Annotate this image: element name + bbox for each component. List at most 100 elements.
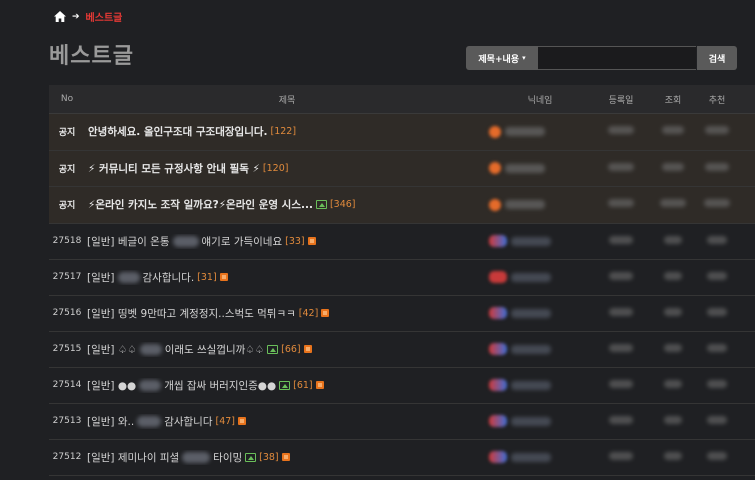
row-views (651, 451, 695, 463)
row-nickname[interactable] (489, 271, 591, 283)
row-title-text[interactable]: ⚡ 커뮤니티 모든 규정사항 안내 필독 ⚡ (88, 161, 260, 176)
row-title[interactable]: [일반] 띵벳 9만따고 계정정지..스벅도 먹튀ㅋㅋ [42] (85, 306, 489, 321)
header-nickname: 닉네임 (527, 95, 553, 106)
breadcrumb-current[interactable]: 베스트글 (86, 9, 123, 24)
search-input[interactable] (538, 46, 696, 70)
row-title[interactable]: [일반] 감사합니다. [31] (85, 270, 489, 285)
row-no: 공지 (58, 164, 76, 175)
table-row[interactable]: 27516 [일반] 띵벳 9만따고 계정정지..스벅도 먹튀ㅋㅋ [42] (49, 295, 755, 332)
nickname-blurred (505, 127, 545, 137)
row-title-text[interactable]: [일반] (87, 270, 115, 285)
row-nickname[interactable] (489, 125, 591, 138)
row-nickname[interactable] (489, 343, 591, 355)
table-row[interactable]: 27513 [일반] 와.. 감사합니다 [47] (49, 403, 755, 440)
row-nickname[interactable] (489, 379, 591, 391)
row-views (651, 271, 695, 283)
row-title-text-2[interactable]: 감사합니다. (143, 270, 195, 285)
row-title[interactable]: [일반] ●● 개씹 잡싸 버러지인증●● [61] (85, 378, 489, 393)
avatar (489, 379, 507, 391)
row-title-text-2[interactable]: 이래도 쓰실껍니까♤♤ (165, 342, 264, 357)
nickname-blurred (511, 416, 551, 426)
image-icon (245, 452, 257, 462)
breadcrumb: ➔ 베스트글 (54, 9, 122, 24)
row-no: 27515 (52, 344, 82, 354)
comment-count: [122] (270, 126, 297, 138)
row-title-text[interactable]: [일반] ♤♤ (87, 342, 137, 357)
nickname-blurred (511, 380, 551, 390)
row-title-text[interactable]: ⚡온라인 카지노 조작 일까요?⚡온라인 운영 시스... (88, 197, 313, 212)
avatar (489, 271, 507, 283)
search-button[interactable]: 검색 (697, 46, 737, 70)
new-icon (238, 417, 247, 425)
table-row[interactable]: 공지 ⚡ 커뮤니티 모든 규정사항 안내 필독 ⚡ [120] (49, 150, 755, 187)
blurred-text (172, 235, 199, 247)
row-views (651, 307, 695, 319)
row-title-text-2[interactable]: 얘기로 가득이네요 (202, 234, 283, 249)
table-row[interactable]: 27514 [일반] ●● 개씹 잡싸 버러지인증●● [61] (49, 367, 755, 404)
row-title[interactable]: [일반] 제미나이 피셜 타이밍 [38] (85, 450, 489, 465)
header-date: 등록일 (608, 95, 634, 106)
comment-count: [42] (298, 307, 319, 319)
row-recommend (695, 235, 739, 247)
table-row[interactable]: 공지 안녕하세요. 올인구조대 구조대장입니다. [122] (49, 114, 755, 151)
row-title[interactable]: ⚡ 커뮤니티 모든 규정사항 안내 필독 ⚡ [120] (85, 161, 489, 176)
row-no: 27516 (52, 308, 82, 318)
avatar (489, 415, 507, 427)
row-title[interactable]: 안녕하세요. 올인구조대 구조대장입니다. [122] (85, 124, 489, 139)
row-title-text[interactable]: 안녕하세요. 올인구조대 구조대장입니다. (88, 124, 268, 139)
row-title[interactable]: [일반] 와.. 감사합니다 [47] (85, 414, 489, 429)
search-type-select[interactable]: 제목+내용 ▾ (466, 46, 538, 70)
header-recommend: 추천 (708, 95, 726, 106)
row-nickname[interactable] (489, 162, 591, 175)
row-views (651, 199, 695, 210)
row-title[interactable]: [일반] ♤♤ 이래도 쓰실껍니까♤♤ [66] (85, 342, 489, 357)
row-title-text[interactable]: [일반] ●● (87, 378, 136, 393)
row-title-text-2[interactable]: 감사합니다 (164, 414, 212, 429)
row-title-text[interactable]: [일반] 제미나이 피셜 (87, 450, 179, 465)
row-title-text[interactable]: [일반] 베글이 온통 (87, 234, 170, 249)
blurred-text (182, 451, 211, 463)
row-date (591, 235, 651, 247)
row-title[interactable]: ⚡온라인 카지노 조작 일까요?⚡온라인 운영 시스... [346] (85, 197, 489, 212)
row-title-text[interactable]: [일반] 띵벳 9만따고 계정정지..스벅도 먹튀ㅋㅋ (87, 306, 296, 321)
comment-count: [66] (281, 343, 301, 355)
comment-count: [346] (329, 199, 356, 211)
row-recommend (695, 415, 739, 427)
comment-count: [31] (197, 271, 217, 283)
row-nickname[interactable] (489, 307, 591, 319)
row-title-text-2[interactable]: 타이밍 (213, 450, 242, 465)
new-icon (321, 309, 330, 317)
row-recommend (695, 307, 739, 319)
row-nickname[interactable] (489, 415, 591, 427)
image-icon (267, 344, 279, 354)
table-row[interactable]: 27518 [일반] 베글이 온통 얘기로 가득이네요 [33] (49, 223, 755, 260)
comment-count: [38] (259, 451, 279, 463)
avatar (489, 198, 501, 211)
home-icon[interactable] (54, 11, 66, 22)
avatar (489, 343, 507, 355)
row-title[interactable]: [일반] 베글이 온통 얘기로 가득이네요 [33] (85, 234, 489, 249)
table-row[interactable]: 27515 [일반] ♤♤ 이래도 쓰실껍니까♤♤ [66] (49, 331, 755, 368)
table-header: No 제목 닉네임 등록일 조회 추천 (49, 85, 755, 114)
row-nickname[interactable] (489, 235, 591, 247)
row-views (651, 162, 695, 174)
row-title-text-2[interactable]: 개씹 잡싸 버러지인증●● (164, 378, 276, 393)
row-recommend (695, 199, 739, 210)
avatar (489, 235, 507, 247)
row-nickname[interactable] (489, 451, 591, 463)
row-date (591, 162, 651, 174)
row-date (591, 415, 651, 427)
row-nickname[interactable] (489, 198, 591, 211)
row-recommend (695, 451, 739, 463)
row-views (651, 415, 695, 427)
table-row[interactable]: 공지 ⚡온라인 카지노 조작 일까요?⚡온라인 운영 시스... [346] (49, 187, 755, 224)
header-no: No (60, 94, 74, 104)
table-row[interactable]: 27512 [일반] 제미나이 피셜 타이밍 [38] (49, 439, 755, 476)
avatar (489, 307, 507, 319)
avatar (489, 162, 501, 175)
row-views (651, 343, 695, 355)
table-row[interactable]: 27517 [일반] 감사합니다. [31] (49, 259, 755, 296)
new-icon (307, 237, 316, 245)
row-title-text[interactable]: [일반] 와.. (87, 414, 134, 429)
nickname-blurred (505, 163, 545, 173)
